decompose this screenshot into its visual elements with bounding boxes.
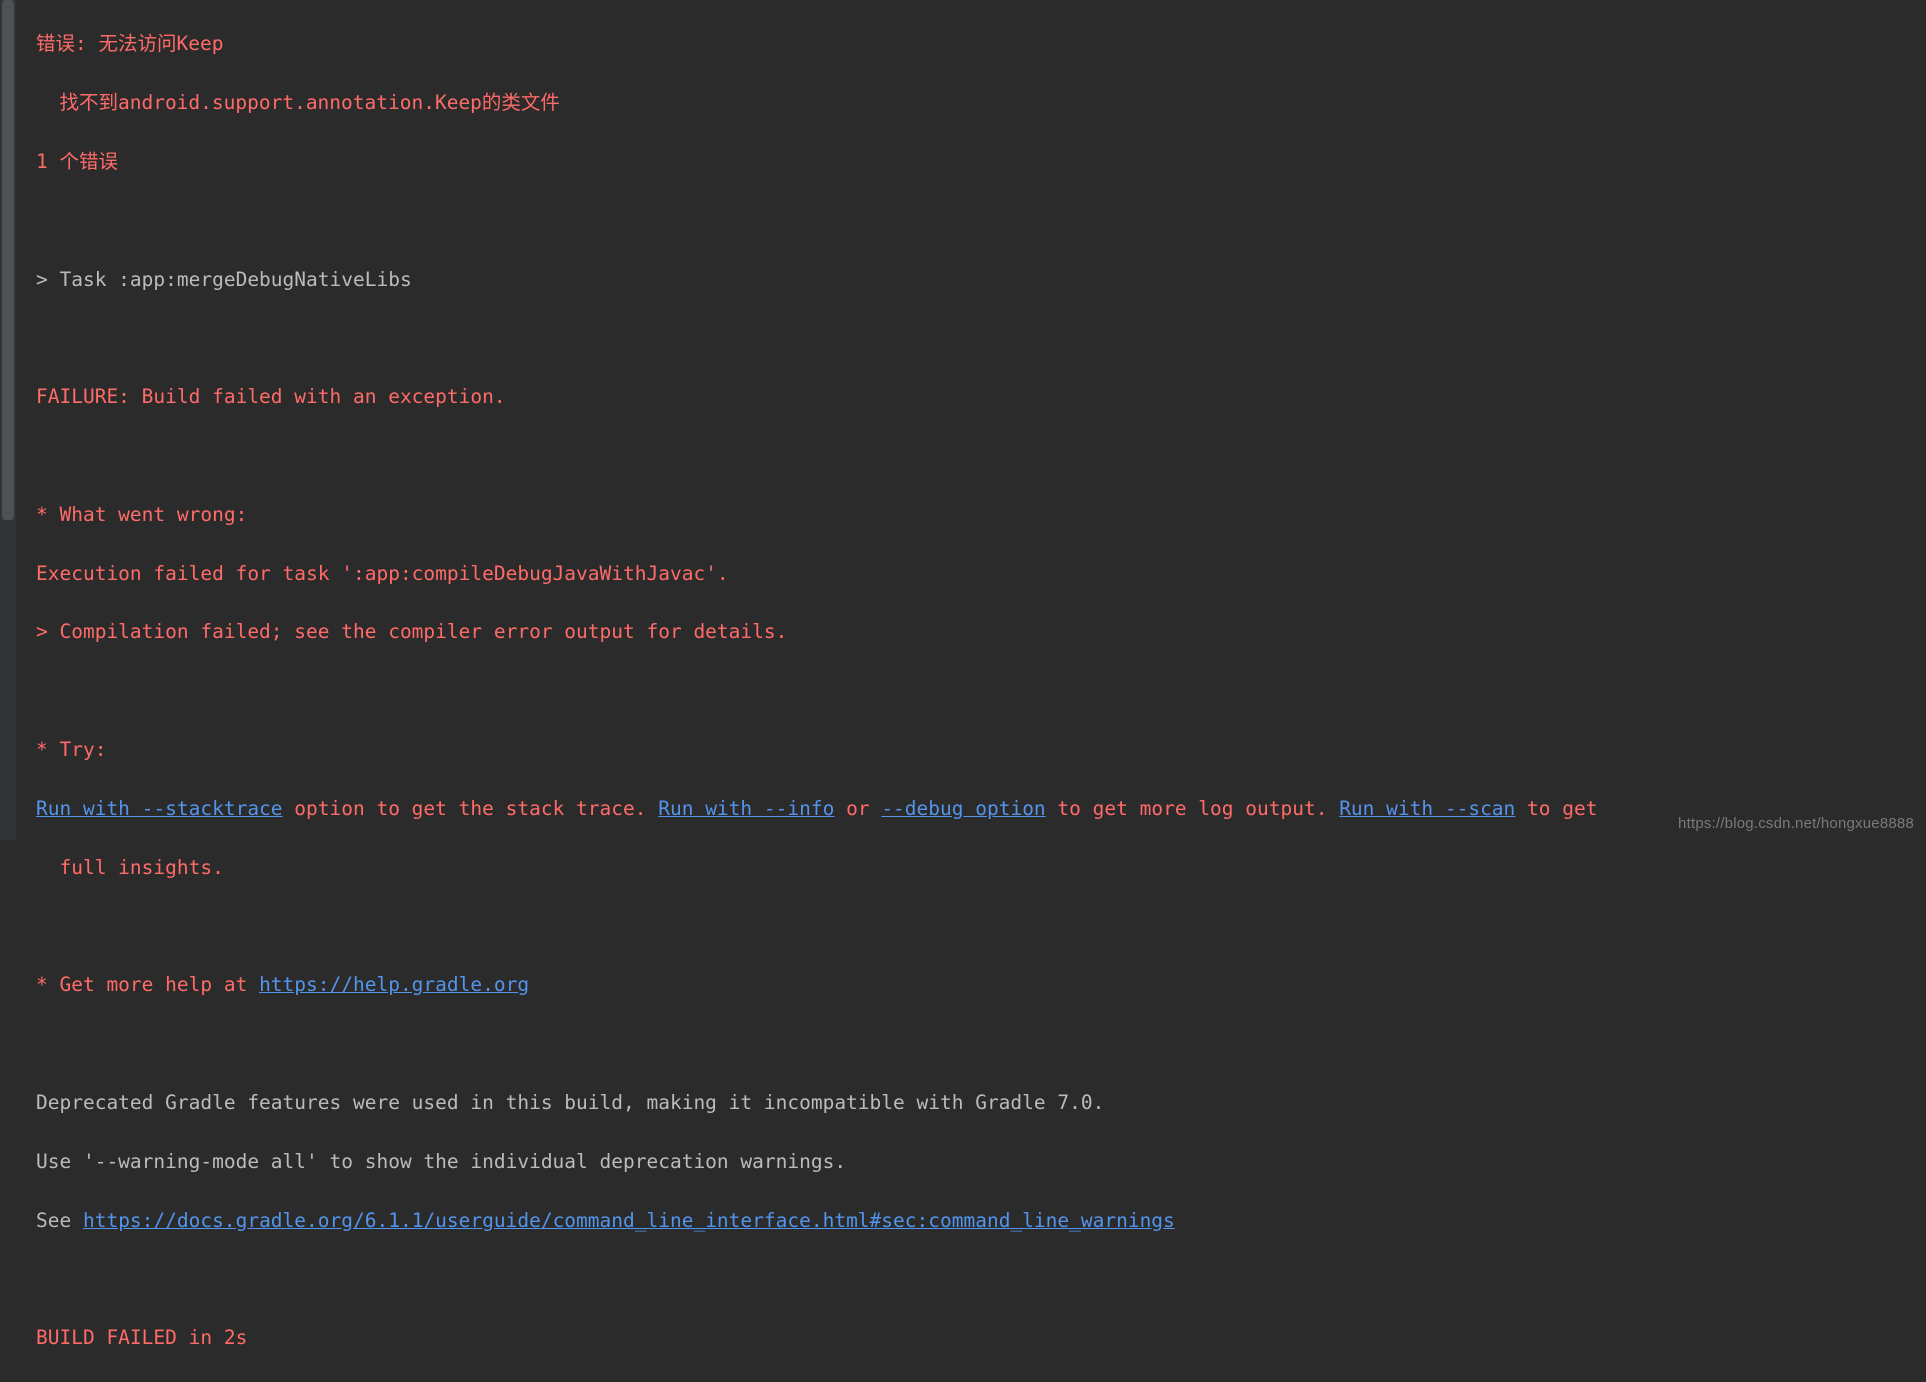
blank-line — [36, 441, 1918, 470]
console-line-error: > Compilation failed; see the compiler e… — [36, 617, 1918, 646]
blank-line — [36, 1264, 1918, 1293]
console-line: Use '--warning-mode all' to show the ind… — [36, 1147, 1918, 1176]
info-link[interactable]: Run with --info — [658, 797, 834, 820]
console-line-error: FAILURE: Build failed with an exception. — [36, 382, 1918, 411]
scrollbar-thumb[interactable] — [2, 0, 14, 520]
blank-line — [36, 323, 1918, 352]
console-text: or — [834, 797, 881, 820]
console-text: * Get more help at — [36, 973, 259, 996]
console-line-error: 错误: 无法访问Keep — [36, 29, 1918, 58]
build-output-console: 错误: 无法访问Keep 找不到android.support.annotati… — [36, 0, 1918, 840]
console-line-error: BUILD FAILED in 2s — [36, 1323, 1918, 1352]
console-text: to get — [1515, 797, 1597, 820]
stacktrace-link[interactable]: Run with --stacktrace — [36, 797, 283, 820]
console-line-mixed: Run with --stacktrace option to get the … — [36, 794, 1918, 823]
console-text: See — [36, 1209, 83, 1232]
console-line-error: full insights. — [36, 853, 1918, 882]
help-gradle-link[interactable]: https://help.gradle.org — [259, 973, 529, 996]
console-line-mixed: * Get more help at https://help.gradle.o… — [36, 970, 1918, 999]
console-line: Deprecated Gradle features were used in … — [36, 1088, 1918, 1117]
console-text: to get more log output. — [1046, 797, 1340, 820]
watermark-text: https://blog.csdn.net/hongxue8888 — [1678, 815, 1914, 832]
debug-link[interactable]: --debug option — [881, 797, 1045, 820]
console-line-error: Execution failed for task ':app:compileD… — [36, 559, 1918, 588]
docs-gradle-link[interactable]: https://docs.gradle.org/6.1.1/userguide/… — [83, 1209, 1175, 1232]
blank-line — [36, 912, 1918, 941]
scan-link[interactable]: Run with --scan — [1339, 797, 1515, 820]
scrollbar-track[interactable] — [0, 0, 16, 840]
console-line-mixed: See https://docs.gradle.org/6.1.1/usergu… — [36, 1206, 1918, 1235]
console-line-error: 1 个错误 — [36, 147, 1918, 176]
console-line-error: * Try: — [36, 735, 1918, 764]
console-line-error: * What went wrong: — [36, 500, 1918, 529]
blank-line — [36, 206, 1918, 235]
console-line-error: 找不到android.support.annotation.Keep的类文件 — [36, 88, 1918, 117]
console-text: option to get the stack trace. — [283, 797, 659, 820]
blank-line — [36, 676, 1918, 705]
console-line: > Task :app:mergeDebugNativeLibs — [36, 265, 1918, 294]
blank-line — [36, 1029, 1918, 1058]
